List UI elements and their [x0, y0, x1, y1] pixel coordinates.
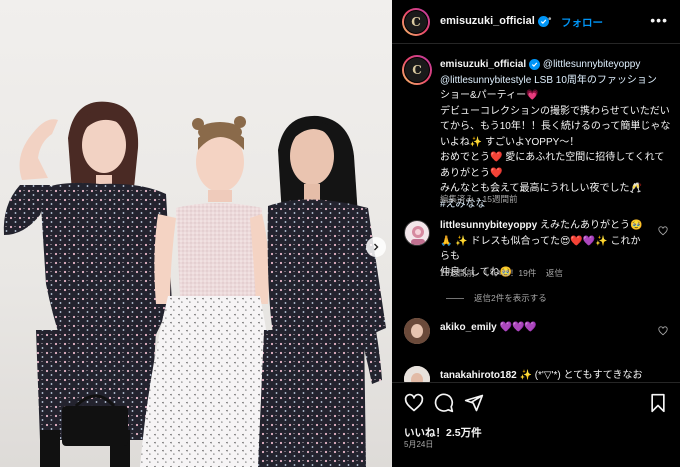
- likes-count[interactable]: いいね！2.5万件: [404, 425, 482, 440]
- header-separator: •: [548, 14, 552, 25]
- comment-1-time: 15週間前: [440, 268, 475, 278]
- author-username[interactable]: emisuzuki_official: [440, 15, 549, 27]
- comment-3: tanakahiroto182 ✨ (*'▽'*) とてもすてきなお写: [440, 368, 646, 382]
- caption-line-7: おめでとう❤️ 愛にあふれた空間に招待してくれて: [440, 152, 665, 163]
- author-avatar[interactable]: C: [402, 8, 430, 36]
- comment-avatar-2[interactable]: [404, 318, 430, 344]
- caption-line-5: てから、もう10年！！長く続けるのって簡単じゃな: [440, 121, 671, 132]
- comment-1-like-icon[interactable]: [658, 226, 668, 236]
- caption-line-mention-1[interactable]: @littlesunnybiteyoppy: [543, 59, 640, 70]
- comment-2-username[interactable]: akiko_emily: [440, 322, 497, 333]
- person-right: [258, 115, 386, 467]
- caption-line-2: @littlesunnybitestyle LSB 10周年のファッション: [440, 74, 657, 86]
- comment-1-username[interactable]: littlesunnybiteyoppy: [440, 220, 537, 231]
- chevron-right-icon: [374, 243, 379, 251]
- comment-1-line-2: 🙏 ✨ ドレスも似合ってた😍❤️💜✨ これからも: [440, 235, 641, 263]
- comment-icon[interactable]: [434, 393, 454, 413]
- caption-username[interactable]: emisuzuki_official: [440, 59, 526, 70]
- comment-avatar-1[interactable]: [404, 220, 430, 246]
- post-photo[interactable]: [0, 0, 392, 467]
- post-photo-illustration: [3, 101, 386, 467]
- comment-2: akiko_emily 💜💜💜: [440, 320, 646, 336]
- caption-avatar[interactable]: C: [402, 55, 432, 85]
- comment-1-likes[interactable]: いいね！19件: [484, 268, 536, 278]
- verified-badge-icon: [529, 59, 541, 70]
- comment-3-username[interactable]: tanakahiroto182: [440, 370, 517, 381]
- person-middle: [140, 116, 280, 467]
- caption-text: emisuzuki_official @littlesunnybiteyoppy…: [440, 57, 672, 212]
- caption-line-3: ショー&パーティー💗: [440, 90, 539, 101]
- caption-line-8: ありがとう❤️: [440, 167, 503, 179]
- comment-2-like-icon[interactable]: [658, 326, 668, 336]
- heart-icon[interactable]: [404, 393, 424, 413]
- more-options-button[interactable]: •••: [650, 12, 668, 28]
- post-detail-panel: C emisuzuki_official • フォロー ••• C emisuz…: [392, 0, 680, 467]
- share-icon[interactable]: [464, 393, 484, 413]
- comment-2-text: 💜💜💜: [499, 322, 537, 333]
- caption-line-6: いよね✨ すごいよYOPPY〜！: [440, 136, 580, 148]
- caption-line-4: デビューコレクションの撮影で携わらせていただい: [440, 105, 670, 117]
- post-date[interactable]: 5月24日: [404, 439, 433, 450]
- follow-button[interactable]: フォロー: [561, 15, 603, 30]
- view-replies-button[interactable]: 返信2件を表示する: [446, 292, 547, 304]
- post-header: C emisuzuki_official • フォロー •••: [392, 0, 680, 44]
- bookmark-icon[interactable]: [648, 393, 668, 413]
- caption-avatar-letter: C: [412, 63, 422, 77]
- comment-1-meta: 15週間前 いいね！19件 返信: [440, 267, 563, 279]
- caption-edited-meta: 編集済み・15週間前: [440, 194, 518, 204]
- carousel-next-button[interactable]: [366, 237, 386, 257]
- comment-1-reply-button[interactable]: 返信: [546, 268, 563, 278]
- actions-bar: いいね！2.5万件 5月24日: [392, 382, 680, 467]
- author-username-text: emisuzuki_official: [440, 15, 535, 27]
- comment-1-line-1: えみたんありがとう🥹: [540, 220, 643, 231]
- avatar-letter: C: [411, 15, 421, 29]
